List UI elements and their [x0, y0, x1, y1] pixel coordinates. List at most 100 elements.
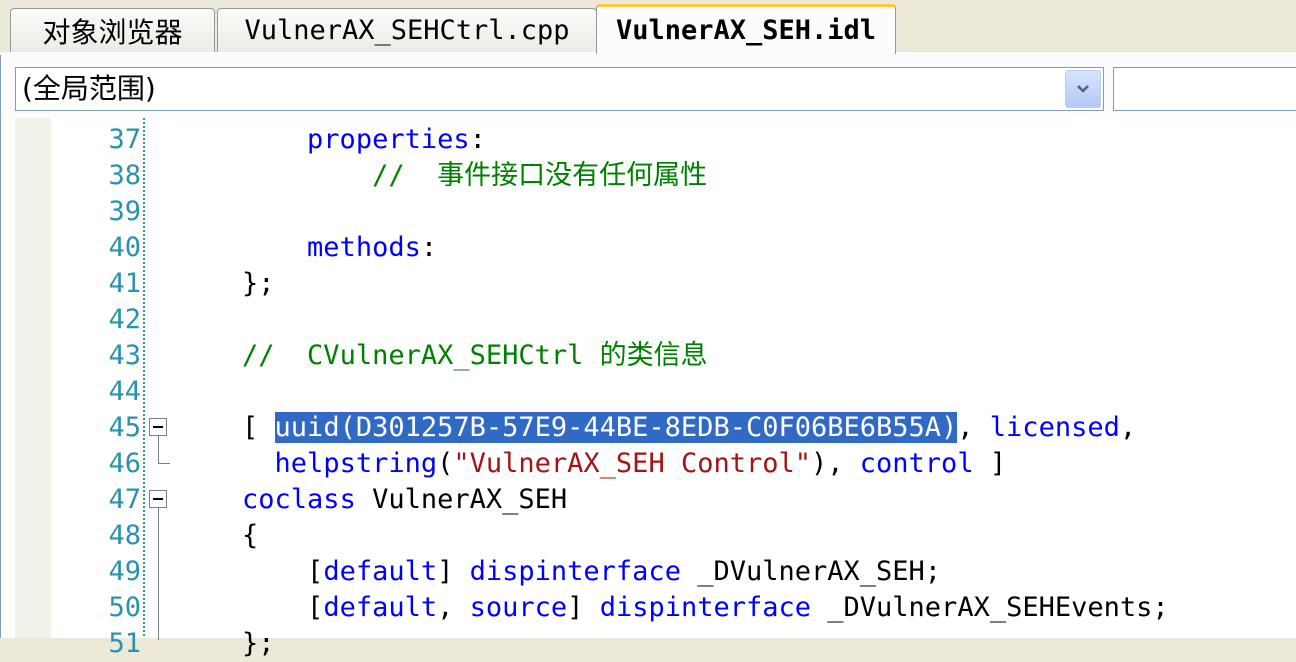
- outline-tick: [158, 463, 170, 464]
- code-token: {: [242, 520, 259, 551]
- line-number: 39: [108, 196, 141, 227]
- navigation-bar: (全局范围): [0, 55, 1296, 118]
- code-text[interactable]: };: [177, 626, 275, 662]
- code-token: };: [242, 268, 275, 299]
- code-token: ]: [437, 556, 470, 587]
- member-dropdown[interactable]: [1113, 67, 1296, 111]
- code-token: properties: [307, 124, 470, 155]
- code-token: default: [323, 556, 438, 587]
- code-token: coclass: [242, 484, 356, 515]
- line-number: 48: [108, 520, 141, 551]
- code-token: default: [323, 592, 438, 623]
- outline-guide: [158, 490, 159, 640]
- chevron-down-icon: [1077, 85, 1089, 93]
- line-number: 37: [108, 124, 141, 155]
- code-token: dispinterface: [599, 592, 812, 623]
- scope-dropdown[interactable]: (全局范围): [15, 67, 1104, 111]
- code-text[interactable]: [default, source] dispinterface _DVulner…: [177, 590, 1169, 626]
- code-token: ,: [1119, 412, 1137, 443]
- code-token: :: [469, 124, 486, 155]
- code-token: 的类信息: [599, 340, 708, 371]
- code-text[interactable]: [default] dispinterface _DVulnerAX_SEH;: [177, 554, 941, 590]
- code-line[interactable]: 40 methods:: [1, 230, 1296, 266]
- code-token: ]: [567, 592, 600, 623]
- code-line[interactable]: 50 [default, source] dispinterface _DVul…: [1, 590, 1296, 626]
- code-token: licensed: [989, 412, 1120, 443]
- tab-vulnerax-seh-idl[interactable]: VulnerAX_SEH.idl: [596, 4, 896, 54]
- line-number: 45: [108, 412, 141, 443]
- code-token: ,: [957, 412, 990, 443]
- line-number: 41: [108, 268, 141, 299]
- code-token: _DVulnerAX_SEHEvents;: [811, 592, 1169, 623]
- code-token: "VulnerAX_SEH Control": [453, 448, 811, 479]
- scope-dropdown-value: (全局范围): [22, 72, 156, 105]
- code-token: dispinterface: [469, 556, 681, 587]
- code-token: [: [307, 556, 324, 587]
- code-token: // CVulnerAX_SEHCtrl: [242, 340, 600, 371]
- code-token: ,: [437, 592, 470, 623]
- code-line[interactable]: 45 [ uuid(D301257B-57E9-44BE-8EDB-C0F06B…: [1, 410, 1296, 446]
- code-text[interactable]: helpstring("VulnerAX_SEH Control"), cont…: [177, 446, 1007, 482]
- line-number: 44: [108, 376, 141, 407]
- code-text[interactable]: {: [177, 518, 258, 554]
- code-text[interactable]: // 事件接口没有任何属性: [177, 158, 707, 194]
- line-number: 47: [108, 484, 141, 515]
- tab-object-browser[interactable]: 对象浏览器: [10, 8, 215, 52]
- code-line[interactable]: 43 // CVulnerAX_SEHCtrl 的类信息: [1, 338, 1296, 374]
- line-number: 43: [108, 340, 141, 371]
- code-token: methods: [307, 232, 421, 263]
- code-editor[interactable]: 37 properties: 38 // 事件接口没有任何属性 39 40 metho…: [0, 118, 1296, 659]
- code-text[interactable]: properties:: [177, 122, 486, 158]
- document-tab-strip: 对象浏览器 VulnerAX_SEHCtrl.cpp VulnerAX_SEH.…: [0, 0, 1296, 56]
- code-token: _DVulnerAX_SEH;: [680, 556, 942, 587]
- code-line[interactable]: 51 };: [1, 626, 1296, 662]
- code-line[interactable]: 46 helpstring("VulnerAX_SEH Control"), c…: [1, 446, 1296, 482]
- tab-vulnerax-sehctrl-cpp[interactable]: VulnerAX_SEHCtrl.cpp: [217, 8, 597, 52]
- code-text[interactable]: coclass VulnerAX_SEH: [177, 482, 567, 518]
- code-token: source: [469, 592, 568, 623]
- line-number: 38: [108, 160, 141, 191]
- code-line[interactable]: 44: [1, 374, 1296, 410]
- code-line[interactable]: 41 };: [1, 266, 1296, 302]
- code-token: [: [307, 592, 324, 623]
- code-line[interactable]: 48 {: [1, 518, 1296, 554]
- code-token: :: [420, 232, 438, 263]
- selected-text: uuid(D301257B-57E9-44BE-8EDB-C0F06BE6B55…: [274, 412, 958, 443]
- collapse-icon[interactable]: [149, 490, 167, 508]
- line-number: 40: [108, 232, 141, 263]
- code-token: helpstring: [274, 448, 438, 479]
- code-token: //: [372, 160, 438, 191]
- line-number: 50: [108, 592, 141, 623]
- collapse-icon[interactable]: [149, 418, 167, 436]
- code-line[interactable]: 47 coclass VulnerAX_SEH: [1, 482, 1296, 518]
- code-line[interactable]: 42: [1, 302, 1296, 338]
- code-token: [: [242, 412, 275, 443]
- line-number: 49: [108, 556, 141, 587]
- code-line[interactable]: 38 // 事件接口没有任何属性: [1, 158, 1296, 194]
- code-text[interactable]: [ uuid(D301257B-57E9-44BE-8EDB-C0F06BE6B…: [177, 410, 1136, 446]
- code-token: control: [859, 448, 974, 479]
- code-text[interactable]: };: [177, 266, 275, 302]
- scope-dropdown-button[interactable]: [1065, 70, 1101, 108]
- code-line[interactable]: 37 properties:: [1, 122, 1296, 158]
- code-token: (: [437, 448, 454, 479]
- line-number: 46: [108, 448, 141, 479]
- code-text[interactable]: // CVulnerAX_SEHCtrl 的类信息: [177, 338, 708, 374]
- code-text[interactable]: methods:: [177, 230, 437, 266]
- code-token: ),: [811, 448, 860, 479]
- code-token: VulnerAX_SEH: [355, 484, 568, 515]
- code-token: };: [242, 628, 275, 659]
- line-number: 42: [108, 304, 141, 335]
- code-line[interactable]: 39: [1, 194, 1296, 230]
- code-line[interactable]: 49 [default] dispinterface _DVulnerAX_SE…: [1, 554, 1296, 590]
